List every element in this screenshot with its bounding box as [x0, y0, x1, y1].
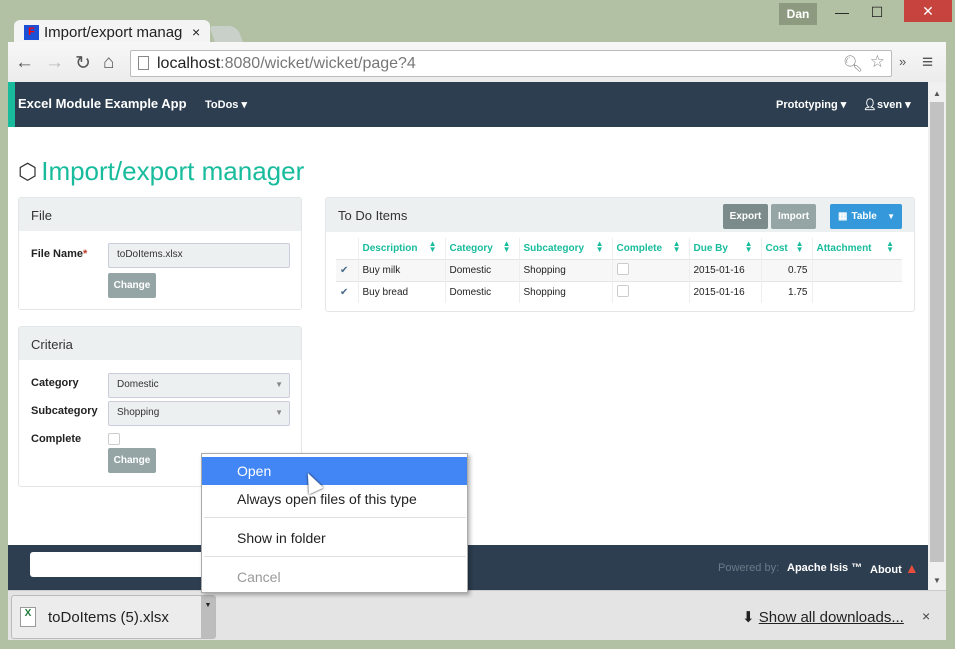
todo-items-panel: To Do Items Export Import ▦ Table ▼ Descri…	[325, 197, 915, 312]
dropdown-caret-icon: ▼	[275, 380, 283, 389]
menu-separator	[204, 517, 466, 518]
download-menu-dropdown[interactable]: ▼	[201, 596, 215, 638]
column-header[interactable]: Description ▲ ▼	[357, 238, 445, 259]
sort-icon: ▲ ▼	[795, 239, 804, 254]
new-tab-button[interactable]	[209, 26, 243, 42]
maximize-button[interactable]: ☐	[862, 0, 892, 24]
check-icon: ✔	[336, 258, 358, 281]
sort-icon: ▲ ▼	[428, 239, 437, 254]
sort-icon: ▲ ▼	[744, 239, 753, 254]
table-row[interactable]: ✔ Buy milk Domestic Shopping 2015-01-16 0.7…	[336, 258, 902, 281]
complete-label: Complete	[31, 433, 82, 445]
menu-separator	[204, 556, 466, 557]
download-arrow-icon: ⬇	[742, 609, 755, 626]
powered-by-label: Powered by:	[718, 562, 780, 574]
menu-item-open[interactable]: Open	[202, 457, 467, 485]
user-icon: 👤︎	[863, 99, 877, 111]
app-footer: Powered by: Apache Isis ™ About ▲	[8, 545, 928, 590]
user-menu[interactable]: 👤︎sven ▾	[863, 98, 911, 111]
subcategory-select[interactable]: Shopping ▼	[108, 401, 290, 426]
menu-item-cancel[interactable]: Cancel	[202, 563, 467, 591]
close-window-button[interactable]: ✕	[904, 0, 952, 22]
file-change-button[interactable]: Change	[108, 273, 156, 298]
scroll-down-icon: ▼	[933, 576, 941, 585]
download-shelf: X toDoItems (5).xlsx ▼ ⬇ Show all downlo…	[8, 590, 946, 640]
bookmark-star-icon[interactable]: ☆	[870, 52, 885, 72]
favicon-icon: F	[24, 24, 39, 40]
download-item[interactable]: X toDoItems (5).xlsx ▼	[11, 595, 216, 639]
browser-tab[interactable]: F Import/export manag ×	[14, 20, 210, 44]
download-context-menu: Open Always open files of this type Show…	[201, 453, 468, 593]
extensions-overflow[interactable]: »	[899, 54, 906, 69]
table-row[interactable]: ✔ Buy bread Domestic Shopping 2015-01-16 1.…	[336, 280, 902, 303]
chevron-down-icon: ▼	[887, 212, 895, 221]
complete-checkbox[interactable]	[108, 433, 120, 445]
scroll-thumb[interactable]	[930, 102, 944, 562]
column-header[interactable]: Attachment ▲ ▼	[811, 238, 902, 259]
complete-checkbox	[616, 284, 629, 297]
dropdown-caret-icon: ▼	[275, 408, 283, 417]
scroll-up-icon: ▲	[933, 89, 941, 98]
sort-icon: ▲ ▼	[595, 239, 604, 254]
app-navbar: Excel Module Example App ToDos ▾ Prototy…	[8, 82, 928, 127]
table-icon: ▦	[838, 211, 848, 222]
category-label: Category	[31, 377, 79, 389]
warning-icon: ▲	[904, 560, 919, 576]
page-icon	[138, 56, 149, 70]
panel-title: File	[19, 198, 301, 231]
complete-checkbox	[616, 262, 629, 275]
minimize-button[interactable]: —	[822, 0, 862, 24]
column-header[interactable]: Due By ▲ ▼	[688, 238, 761, 259]
category-select[interactable]: Domestic ▼	[108, 373, 290, 398]
tab-close-icon[interactable]: ×	[192, 24, 200, 40]
show-all-downloads-link[interactable]: ⬇ Show all downloads...	[742, 608, 904, 626]
export-button[interactable]: Export	[723, 204, 768, 229]
column-header[interactable]: Complete ▲ ▼	[611, 238, 689, 259]
page-title: ⬡ Import/export manager	[18, 156, 305, 186]
navbar-accent	[8, 82, 15, 127]
menu-item-show-in-folder[interactable]: Show in folder	[202, 524, 467, 552]
column-header[interactable]: Cost ▲ ▼	[760, 238, 812, 259]
import-button[interactable]: Import	[771, 204, 816, 229]
back-icon[interactable]: ←	[15, 52, 34, 74]
zoom-icon[interactable]: 🔍︎	[843, 54, 863, 74]
panel-title: To Do Items	[326, 198, 914, 232]
sort-icon: ▲ ▼	[502, 239, 511, 254]
url-rest: :8080/wicket/wicket/page?4	[220, 54, 416, 72]
web-page: Excel Module Example App ToDos ▾ Prototy…	[8, 82, 928, 590]
file-name-field[interactable]: toDoItems.xlsx	[108, 243, 290, 268]
vertical-scrollbar[interactable]: ▲ ▼	[928, 82, 946, 590]
chrome-menu-icon[interactable]: ≡	[922, 52, 933, 74]
view-table-button[interactable]: ▦ Table ▼	[830, 204, 902, 229]
url-host: localhost	[157, 54, 221, 72]
apache-isis-link[interactable]: Apache Isis ™	[787, 562, 862, 574]
menu-item-always-open[interactable]: Always open files of this type	[202, 485, 467, 513]
reload-icon[interactable]: ↻	[75, 52, 91, 75]
criteria-change-button[interactable]: Change	[108, 448, 156, 473]
home-icon[interactable]: ⌂	[103, 52, 114, 74]
menu-prototyping[interactable]: Prototyping ▾	[776, 98, 846, 111]
about-link[interactable]: About ▲	[870, 560, 919, 576]
close-shelf-button[interactable]: ×	[922, 608, 930, 624]
cube-icon: ⬡	[18, 158, 38, 184]
file-name-label: File Name*	[31, 248, 88, 260]
footer-input[interactable]	[30, 552, 210, 577]
address-bar[interactable]: localhost:8080/wicket/wicket/page?4 🔍︎ ☆	[130, 50, 892, 77]
subcategory-label: Subcategory	[31, 405, 98, 417]
file-panel: File File Name* toDoItems.xlsx Change	[18, 197, 302, 310]
column-header[interactable]: Subcategory ▲ ▼	[518, 238, 612, 259]
forward-icon[interactable]: →	[45, 52, 64, 74]
panel-title: Criteria	[19, 327, 301, 360]
tab-title: Import/export manag	[44, 23, 183, 41]
column-header[interactable]: Category ▲ ▼	[444, 238, 519, 259]
todo-table: Description ▲ ▼ Category ▲ ▼ Subcategory ▲ ▼ C…	[336, 238, 902, 303]
excel-file-icon: X	[20, 607, 36, 627]
sort-icon: ▲ ▼	[672, 239, 681, 254]
check-icon: ✔	[336, 280, 358, 303]
app-brand[interactable]: Excel Module Example App	[18, 96, 187, 111]
sort-icon: ▲ ▼	[886, 239, 894, 254]
window-user-badge: Dan	[779, 3, 817, 25]
menu-todos[interactable]: ToDos ▾	[205, 98, 247, 111]
